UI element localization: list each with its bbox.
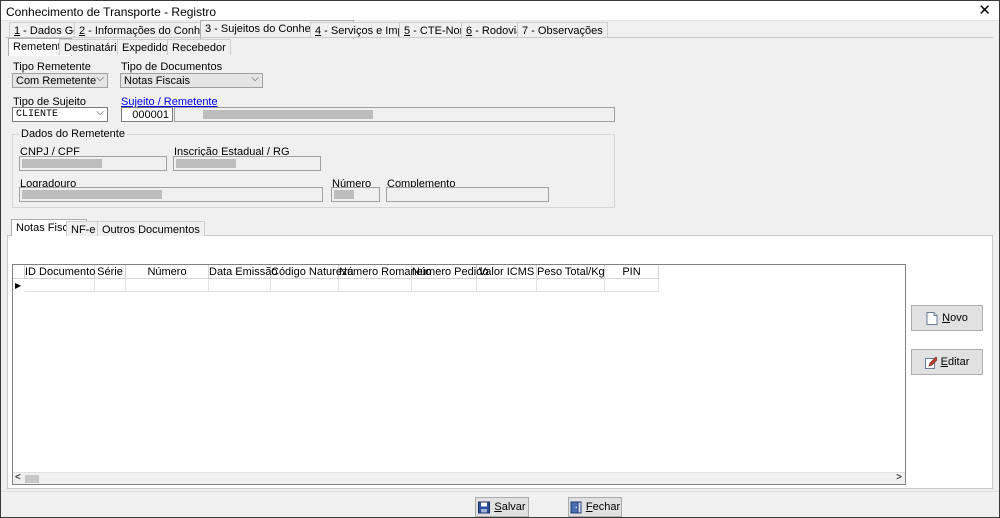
col-id-documento[interactable]: ID Documento <box>25 265 95 279</box>
documents-grid[interactable]: ID Documento Série Número Data Emissão C… <box>12 264 906 485</box>
dados-remetente-legend: Dados do Remetente <box>19 128 127 140</box>
tipo-documentos-value: Notas Fiscais <box>124 75 191 87</box>
tipo-documentos-label: Tipo de Documentos <box>121 61 223 73</box>
ie-field <box>173 156 321 171</box>
redacted-text <box>22 190 162 199</box>
novo-button[interactable]: Novo <box>911 305 983 331</box>
col-codigo-natureza[interactable]: Código Natureza <box>271 265 354 279</box>
scrollbar-thumb[interactable] <box>25 475 39 483</box>
col-valor-icms[interactable]: Valor ICMS <box>477 265 537 279</box>
scroll-right-icon[interactable]: > <box>896 472 902 483</box>
tab-observacoes[interactable]: 7 - Observações <box>517 22 608 38</box>
tipo-remetente-value: Com Remetente <box>16 75 97 87</box>
hotkey: E <box>940 356 948 368</box>
col-serie[interactable]: Série <box>95 265 126 279</box>
col-peso-total[interactable]: Peso Total/Kg <box>537 265 605 279</box>
tab-recebedor[interactable]: Recebedor <box>167 39 231 55</box>
new-document-icon <box>926 311 938 325</box>
col-numero[interactable]: Número <box>126 265 209 279</box>
grid-cell[interactable] <box>477 279 537 292</box>
editar-label: Editar <box>941 356 970 368</box>
redacted-text <box>203 110 373 119</box>
horizontal-scrollbar[interactable]: < > <box>13 472 905 484</box>
edit-icon <box>924 356 937 369</box>
tab-label: 7 - Observações <box>522 25 603 37</box>
col-numero-pedido[interactable]: Número Pedido <box>412 265 488 279</box>
grid-cell[interactable] <box>339 279 412 292</box>
window-title: Conhecimento de Transporte - Registro <box>6 5 217 19</box>
grid-cell[interactable] <box>412 279 477 292</box>
redacted-text <box>22 159 102 168</box>
label-rest: ditar <box>947 356 970 368</box>
sujeito-code-input[interactable]: 000001 <box>121 107 173 122</box>
hotkey: F <box>585 501 593 513</box>
label-rest: alvar <box>501 501 526 513</box>
tipo-sujeito-value: CLIENTE <box>16 109 59 120</box>
tipo-documentos-select[interactable]: Notas Fiscais ⌵ <box>120 73 263 88</box>
close-icon[interactable]: ✕ <box>978 2 991 19</box>
title-bar: Conhecimento de Transporte - Registro ✕ <box>1 1 999 21</box>
tab-nfe[interactable]: NF-e <box>66 221 101 236</box>
chevron-down-icon: ⌵ <box>96 107 104 118</box>
redacted-text <box>176 159 236 168</box>
hotkey: S <box>494 501 502 513</box>
hotkey: N <box>942 312 951 324</box>
tab-outros-documentos[interactable]: Outros Documentos <box>97 221 205 236</box>
fechar-button[interactable]: Fechar <box>568 497 622 517</box>
col-data-emissao[interactable]: Data Emissão <box>209 265 277 279</box>
label-rest: ovo <box>950 312 968 324</box>
tipo-remetente-label: Tipo Remetente <box>13 61 91 73</box>
grid-cell[interactable] <box>537 279 605 292</box>
scroll-left-icon[interactable]: < <box>15 472 21 483</box>
tipo-sujeito-select[interactable]: CLIENTE ⌵ <box>12 107 108 122</box>
grid-cell[interactable] <box>95 279 126 292</box>
col-numero-romaneio[interactable]: Número Romaneio <box>339 265 431 279</box>
save-disk-icon <box>478 501 491 513</box>
editar-button[interactable]: Editar <box>911 349 983 375</box>
redacted-text <box>334 190 354 199</box>
novo-label: Novo <box>942 312 968 324</box>
grid-cell[interactable] <box>605 279 659 292</box>
window: Conhecimento de Transporte - Registro ✕ … <box>0 0 1000 518</box>
grid-cell[interactable] <box>126 279 209 292</box>
complemento-field <box>386 187 549 202</box>
salvar-button[interactable]: Salvar <box>475 497 529 517</box>
fechar-label: Fechar <box>586 501 620 513</box>
sujeito-name-field <box>174 107 615 122</box>
grid-cell[interactable] <box>209 279 271 292</box>
chevron-down-icon: ⌵ <box>96 73 104 84</box>
row-header-corner <box>13 265 25 279</box>
label-rest: echar <box>592 501 621 513</box>
chevron-down-icon: ⌵ <box>251 73 259 84</box>
numero-field <box>331 187 380 202</box>
current-row-indicator-icon: ▶ <box>15 281 22 290</box>
col-pin[interactable]: PIN <box>605 265 659 279</box>
grid-cell[interactable] <box>271 279 339 292</box>
logradouro-field <box>19 187 323 202</box>
grid-cell[interactable] <box>25 279 95 292</box>
tab-divider <box>5 37 993 38</box>
exit-door-icon <box>570 501 582 513</box>
cnpj-field <box>19 156 167 171</box>
salvar-label: Salvar <box>494 501 525 513</box>
tipo-remetente-select[interactable]: Com Remetente ⌵ <box>12 73 108 88</box>
